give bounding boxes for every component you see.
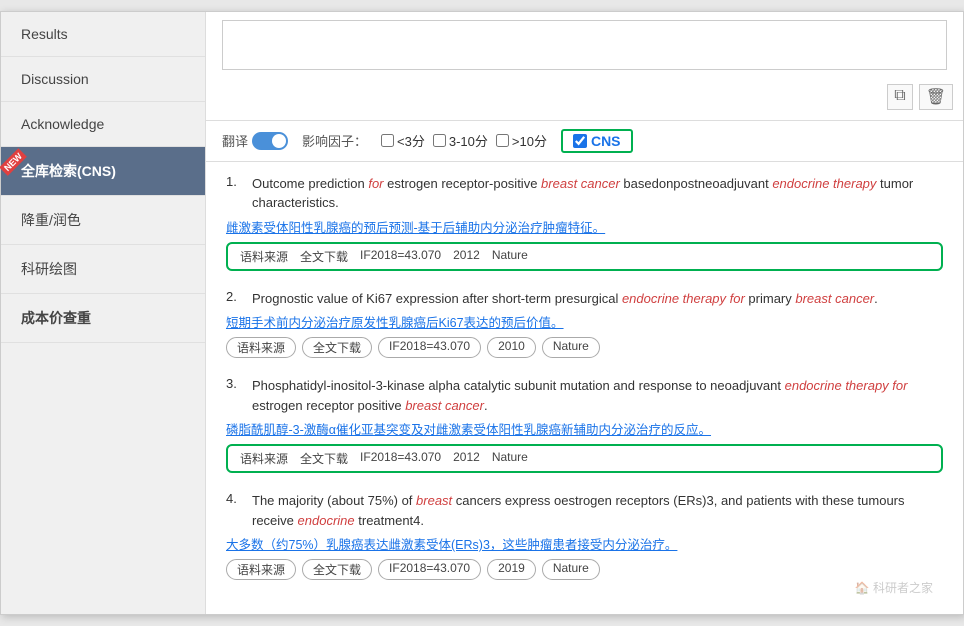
result-number: 4. xyxy=(226,491,244,534)
result-title: Outcome prediction for estrogen receptor… xyxy=(252,174,943,213)
translate-toggle[interactable] xyxy=(252,132,288,150)
result-title: The majority (about 75%) of breast cance… xyxy=(252,491,943,530)
tag-全文下载[interactable]: 全文下载 xyxy=(294,247,354,266)
input-area[interactable] xyxy=(222,20,947,70)
result-translation[interactable]: 雌激素受体阳性乳腺癌的预后预测-基于后辅助内分泌治疗肿瘤特征。 xyxy=(226,217,943,236)
tag-全文下载[interactable]: 全文下载 xyxy=(294,449,354,468)
tag-2012[interactable]: 2012 xyxy=(447,449,486,468)
tag-IF2018-43-070[interactable]: IF2018=43.070 xyxy=(378,559,481,580)
result-title-row: 3.Phosphatidyl-inositol-3-kinase alpha c… xyxy=(226,376,943,419)
tags-row: 语料来源全文下载 IF2018=43.070 2010 Nature xyxy=(226,337,943,358)
tag-全文下载[interactable]: 全文下载 xyxy=(302,337,372,358)
result-item-1: 1.Outcome prediction for estrogen recept… xyxy=(226,174,943,271)
tags-row: 语料来源全文下载 IF2018=43.070 2019 Nature xyxy=(226,559,943,580)
impact-filter-group: <3分 3-10分 >10分 xyxy=(381,131,547,150)
translate-toggle-group: 翻译 xyxy=(222,131,288,150)
cns-checkbox[interactable] xyxy=(573,134,587,148)
tags-group-highlighted: 语料来源全文下载IF2018=43.0702012Nature xyxy=(226,242,943,271)
filter-gt10[interactable]: >10分 xyxy=(496,131,547,150)
delete-icon[interactable]: 🗑 xyxy=(919,84,953,110)
tag-语料来源[interactable]: 语料来源 xyxy=(234,449,294,468)
result-title-row: 4.The majority (about 75%) of breast can… xyxy=(226,491,943,534)
result-number: 1. xyxy=(226,174,244,217)
sidebar-item-label: 科研绘图 xyxy=(21,261,77,277)
sidebar-item-discussion[interactable]: Discussion xyxy=(1,57,205,102)
filter-bar: 翻译 影响因子： <3分 3-10分 xyxy=(206,121,963,162)
result-item-2: 2. Prognostic value of Ki67 expression af… xyxy=(226,289,943,359)
tag-2012[interactable]: 2012 xyxy=(447,247,486,266)
filter-gt10-label: >10分 xyxy=(512,131,547,150)
tag-全文下载[interactable]: 全文下载 xyxy=(302,559,372,580)
tag-语料来源[interactable]: 语料来源 xyxy=(234,247,294,266)
cns-filter-box[interactable]: CNS xyxy=(561,129,633,153)
result-tags: 语料来源全文下载IF2018=43.0702012Nature xyxy=(226,242,943,271)
copy-icon[interactable]: ⧉ xyxy=(887,84,912,110)
result-number: 3. xyxy=(226,376,244,419)
result-item-3: 3.Phosphatidyl-inositol-3-kinase alpha c… xyxy=(226,376,943,473)
filter-3-10-label: 3-10分 xyxy=(449,131,488,150)
filter-3-10-checkbox[interactable] xyxy=(433,134,446,147)
result-tags: 语料来源全文下载 IF2018=43.070 2019 Nature xyxy=(226,559,943,580)
sidebar-item-acknowledge[interactable]: Acknowledge xyxy=(1,102,205,147)
result-number: 2. xyxy=(226,289,244,313)
tag-Nature[interactable]: Nature xyxy=(542,559,600,580)
tag-Nature[interactable]: Nature xyxy=(486,449,534,468)
filter-3-10[interactable]: 3-10分 xyxy=(433,131,488,150)
tag-Nature[interactable]: Nature xyxy=(542,337,600,358)
sidebar-item-label: Acknowledge xyxy=(21,116,104,132)
result-translation[interactable]: 短期手术前内分泌治疗原发性乳腺癌后Ki67表达的预后价值。 xyxy=(226,312,943,331)
sidebar-item-research-draw[interactable]: 科研绘图 xyxy=(1,245,205,294)
tag-IF2018-43-070[interactable]: IF2018=43.070 xyxy=(378,337,481,358)
sidebar-item-full-search[interactable]: NEW全库检索(CNS) xyxy=(1,147,205,196)
result-translation[interactable]: 磷脂酰肌醇-3-激酶α催化亚基突变及对雌激素受体阳性乳腺癌新辅助内分泌治疗的反应… xyxy=(226,419,943,438)
tag-语料来源[interactable]: 语料来源 xyxy=(226,337,296,358)
result-title-row: 1.Outcome prediction for estrogen recept… xyxy=(226,174,943,217)
impact-label: 影响因子： xyxy=(302,131,367,150)
results-list: 1.Outcome prediction for estrogen recept… xyxy=(206,162,963,615)
result-title: Prognostic value of Ki67 expression afte… xyxy=(252,289,878,309)
tag-2010[interactable]: 2010 xyxy=(487,337,536,358)
top-bar: ⧉ 🗑 xyxy=(206,74,963,121)
sidebar-item-cost-check[interactable]: 成本价查重 xyxy=(1,294,205,343)
tag-2019[interactable]: 2019 xyxy=(487,559,536,580)
tag-语料来源[interactable]: 语料来源 xyxy=(226,559,296,580)
sidebar-item-label: Discussion xyxy=(21,71,89,87)
sidebar: Results Discussion Acknowledge NEW全库检索(CNS)… xyxy=(1,12,206,615)
tag-IF2018-43-070[interactable]: IF2018=43.070 xyxy=(354,247,447,266)
main-area: ⧉ 🗑 翻译 影响因子： <3分 xyxy=(206,12,963,615)
tag-IF2018-43-070[interactable]: IF2018=43.070 xyxy=(354,449,447,468)
sidebar-item-label: 成本价查重 xyxy=(21,310,91,326)
result-translation[interactable]: 大多数（约75%）乳腺癌表达雌激素受体(ERs)3，这些肿瘤患者接受内分泌治疗。 xyxy=(226,534,943,553)
tags-group-highlighted: 语料来源全文下载IF2018=43.0702012Nature xyxy=(226,444,943,473)
tag-Nature[interactable]: Nature xyxy=(486,247,534,266)
sidebar-item-reduce-color[interactable]: 降重/润色 xyxy=(1,196,205,245)
filter-lt3-label: <3分 xyxy=(397,131,425,150)
watermark: 🏠 科研者之家 xyxy=(855,579,933,596)
toggle-knob xyxy=(272,134,286,148)
result-item-4: 4.The majority (about 75%) of breast can… xyxy=(226,491,943,580)
filter-lt3-checkbox[interactable] xyxy=(381,134,394,147)
translate-label: 翻译 xyxy=(222,131,248,150)
cns-label: CNS xyxy=(591,133,621,149)
filter-gt10-checkbox[interactable] xyxy=(496,134,509,147)
sidebar-item-label: 全库检索(CNS) xyxy=(21,163,116,179)
sidebar-item-label: 降重/润色 xyxy=(21,212,81,228)
result-tags: 语料来源全文下载IF2018=43.0702012Nature xyxy=(226,444,943,473)
result-title-row: 2. Prognostic value of Ki67 expression af… xyxy=(226,289,943,313)
result-title: Phosphatidyl-inositol-3-kinase alpha cat… xyxy=(252,376,943,415)
filter-lt3[interactable]: <3分 xyxy=(381,131,425,150)
result-tags: 语料来源全文下载 IF2018=43.070 2010 Nature xyxy=(226,337,943,358)
sidebar-item-results[interactable]: Results xyxy=(1,12,205,57)
sidebar-item-label: Results xyxy=(21,26,68,42)
